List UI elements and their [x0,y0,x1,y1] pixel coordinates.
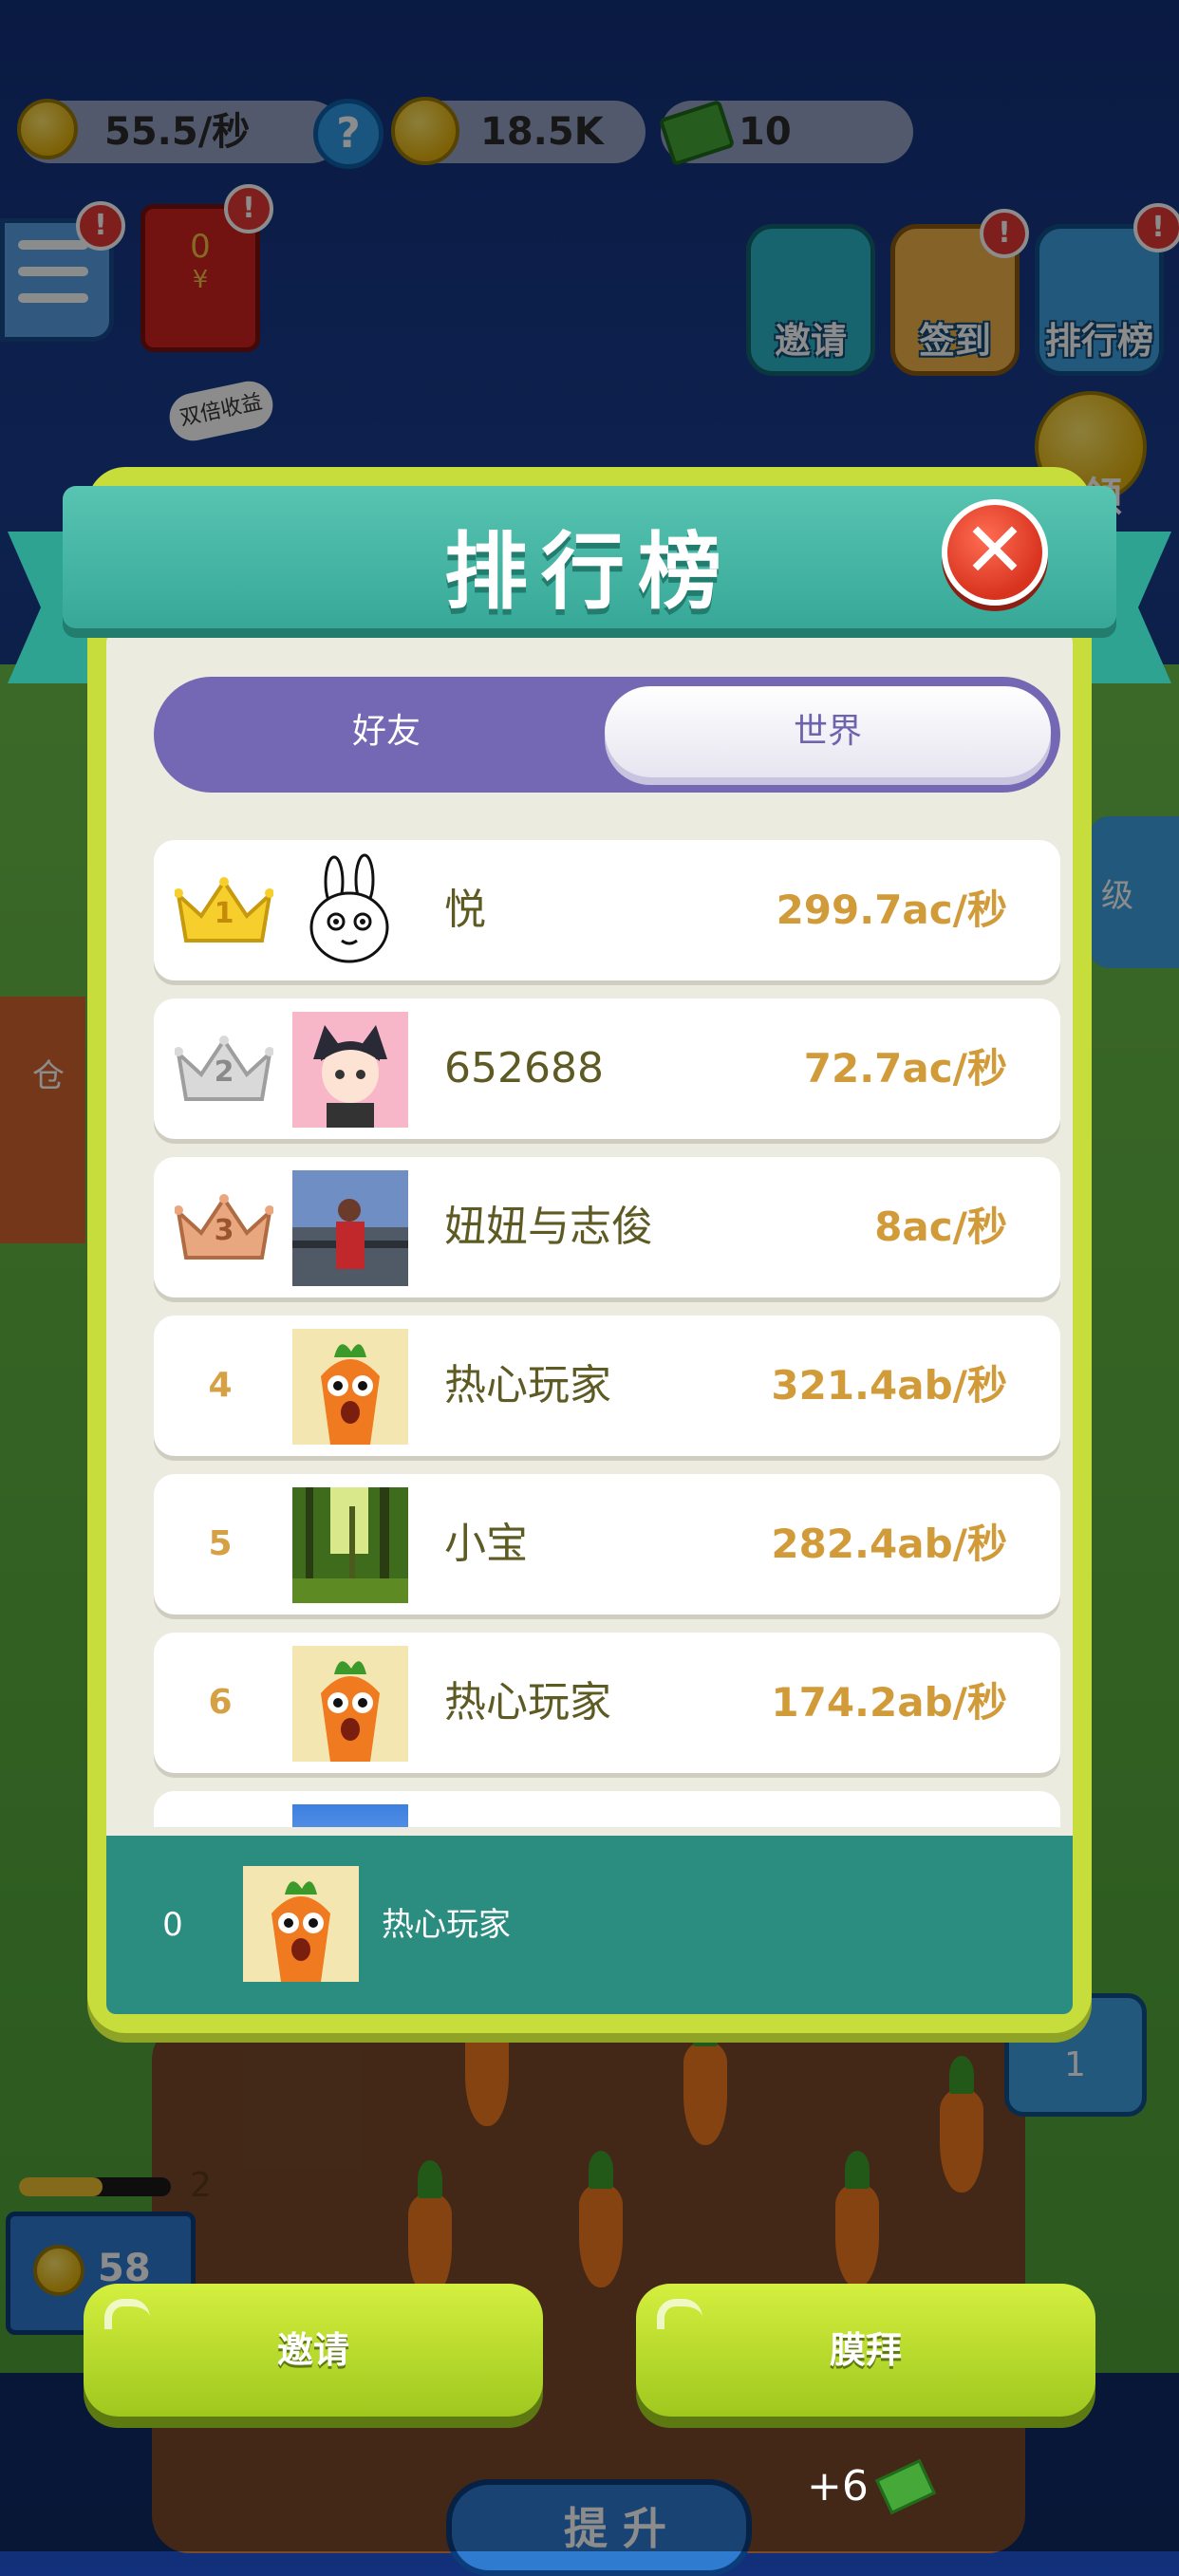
carrot-avatar [292,1646,408,1762]
player-name: 悦 [444,886,486,934]
rank-number: 2 [214,1055,234,1089]
player-name: 热心玩家 [444,1678,611,1727]
tab-world[interactable]: 世界 [605,686,1051,777]
avatar [292,1012,408,1128]
player-name: 652688 [444,1044,604,1092]
leaderboard-row[interactable]: 3 妞妞与志俊 8ac/秒 [154,1157,1060,1297]
my-carrot-avatar [243,1866,359,1982]
tab-friends[interactable]: 好友 [163,686,609,777]
player-name: 热心玩家 [444,1361,611,1409]
avatar [292,1170,408,1286]
rank-number: 1 [214,897,234,930]
rank-number: 3 [214,1214,234,1247]
leaderboard-list[interactable]: 1 悦 299.7ac/秒 2 652688 72.7ac/秒 3 妞妞与志俊 … [154,840,1060,1827]
my-rank-bar: 0 热心玩家 [106,1836,1073,2014]
forest-avatar [292,1487,408,1603]
player-score: 8ac/秒 [874,1204,1007,1250]
my-rank-number: 0 [162,1906,183,1944]
player-score: 72.7ac/秒 [803,1045,1007,1092]
leaderboard-modal: 好友 世界 1 悦 299.7ac/秒 2 652688 72.7ac/秒 3 … [87,467,1092,2033]
player-score: 174.2ab/秒 [771,1679,1007,1726]
invite-button[interactable]: 邀请 [84,2284,543,2417]
leaderboard-row[interactable]: 4 热心玩家 321.4ab/秒 [154,1316,1060,1456]
rank-number: 4 [208,1366,233,1405]
leaderboard-panel: 好友 世界 1 悦 299.7ac/秒 2 652688 72.7ac/秒 3 … [106,633,1073,2014]
leaderboard-row[interactable]: 2 652688 72.7ac/秒 [154,999,1060,1139]
leaderboard-row[interactable]: 6 热心玩家 174.2ab/秒 [154,1633,1060,1773]
cash-reward-label: +6 [807,2462,869,2511]
rank-number: 5 [208,1524,233,1563]
player-score: 321.4ab/秒 [771,1362,1007,1409]
leaderboard-row[interactable] [154,1791,1060,1827]
sky-avatar [292,1804,408,1827]
rank-number: 6 [208,1683,233,1722]
leaderboard-tabs: 好友 世界 [154,677,1060,793]
my-player-name: 热心玩家 [382,1906,511,1944]
leaderboard-header: 排行榜 ✕ [63,486,1116,628]
leaderboard-row[interactable]: 1 悦 299.7ac/秒 [154,840,1060,980]
player-name: 妞妞与志俊 [444,1203,653,1251]
player-name: 小宝 [444,1520,528,1568]
worship-button[interactable]: 膜拜 [636,2284,1095,2417]
player-score: 282.4ab/秒 [771,1521,1007,1567]
player-score: 299.7ac/秒 [776,887,1007,933]
carrot-avatar [292,1329,408,1445]
leaderboard-row[interactable]: 5 小宝 282.4ab/秒 [154,1474,1060,1615]
avatar [292,853,408,969]
close-icon: ✕ [963,506,1027,594]
close-button[interactable]: ✕ [942,499,1048,606]
